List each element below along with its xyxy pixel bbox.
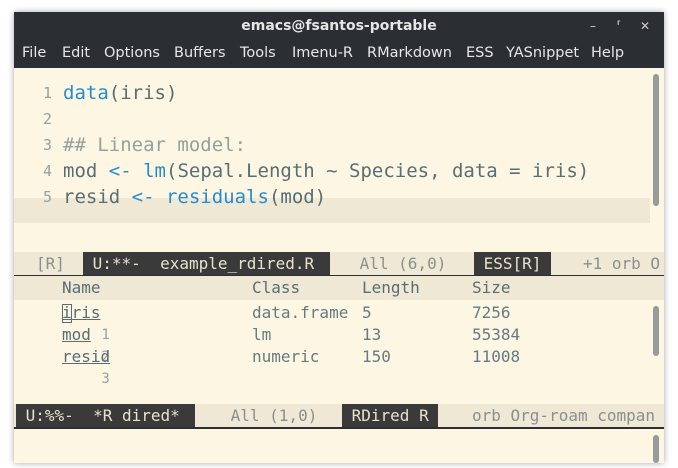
rdired-scrollbar[interactable] <box>653 306 659 356</box>
code-text[interactable]: data(iris) <box>63 80 177 106</box>
close-icon[interactable]: ✕ <box>636 17 654 35</box>
keyword-token: <- <box>131 186 155 208</box>
object-length: 150 <box>362 347 391 366</box>
menu-options[interactable]: Options <box>104 45 160 61</box>
menu-bar: File Edit Options Buffers Tools Imenu-R … <box>14 40 664 68</box>
object-class: lm <box>252 325 272 344</box>
code-text[interactable]: mod <- lm(Sepal.Length ~ Species, data =… <box>63 158 589 184</box>
code-editor[interactable]: 1 data(iris) 2 3 ## Linear model: 4 mod <- lm(… <box>14 68 664 261</box>
keyword-token: <- <box>108 160 132 182</box>
major-mode-ess[interactable]: ESS[R] <box>474 252 552 275</box>
text-token: resid <box>63 186 132 208</box>
text-cursor <box>62 304 72 323</box>
text-token: (Sepal.Length ~ Species, data = iris) <box>166 160 590 182</box>
code-text[interactable]: ## Linear model: <box>63 132 246 158</box>
echo-scrollbar[interactable] <box>653 435 659 463</box>
object-class: numeric <box>252 347 320 366</box>
object-name-link[interactable]: mod <box>62 324 91 346</box>
object-name-link[interactable]: resid <box>62 346 110 368</box>
row-number: 3 <box>101 371 110 387</box>
restore-icon[interactable]: ⸢ <box>610 17 628 35</box>
rdired-panel[interactable]: Name Class Length Size 1 iris data.frame… <box>14 276 664 404</box>
keyword-token: residuals <box>165 186 269 208</box>
menu-yasnippet[interactable]: YASnippet <box>506 45 579 61</box>
minor-modes[interactable]: +1 orb O <box>583 252 660 275</box>
header-line <box>14 276 664 300</box>
col-header-class: Class <box>252 278 301 297</box>
line-number: 3 <box>42 136 52 154</box>
col-header-name: Name <box>62 278 101 297</box>
keyword-token: data <box>63 82 109 104</box>
table-row[interactable]: 2 mod lm 13 55384 <box>14 324 520 365</box>
menu-tools[interactable]: Tools <box>240 45 276 61</box>
text-token: (iris) <box>108 82 178 104</box>
minor-modes[interactable]: orb Org-roam compan <box>472 404 655 427</box>
buffer-position: All (1,0) <box>221 406 327 425</box>
r-process-tag: [R] <box>36 254 65 273</box>
menu-ess[interactable]: ESS <box>466 45 494 61</box>
object-class: data.frame <box>252 303 349 322</box>
major-mode-rdired[interactable]: RDired R <box>342 404 439 427</box>
window-title: emacs@fsantos-portable <box>241 18 437 34</box>
line-number: 1 <box>42 84 52 102</box>
editor-scrollbar[interactable] <box>653 74 659 206</box>
comment-token: ## Linear model: <box>63 134 247 156</box>
code-text[interactable]: resid <- residuals(mod) <box>63 184 326 210</box>
line-number: 5 <box>42 188 52 206</box>
col-header-size: Size <box>472 278 511 297</box>
table-row[interactable]: 1 iris data.frame 5 7256 <box>14 302 511 343</box>
line-number: 4 <box>42 162 52 180</box>
menu-rmarkdown[interactable]: RMarkdown <box>367 45 452 61</box>
menu-help[interactable]: Help <box>591 45 624 61</box>
object-length: 5 <box>362 303 372 322</box>
object-size: 11008 <box>472 347 521 366</box>
col-header-length: Length <box>362 278 420 297</box>
modeline-bottom[interactable]: U:%%- *R dired* All (1,0) RDired R orb O… <box>14 404 664 427</box>
menu-imenu-r[interactable]: Imenu-R <box>292 45 353 61</box>
menu-edit[interactable]: Edit <box>62 45 90 61</box>
object-size: 55384 <box>472 325 521 344</box>
emacs-window: emacs@fsantos-portable – ⸢ ✕ File Edit O… <box>14 12 664 463</box>
line-number: 2 <box>42 110 52 128</box>
buffer-state-name[interactable]: U:%%- *R dired* <box>16 404 196 427</box>
modeline-top[interactable]: [R] U:**- example_rdired.R All (6,0) ESS… <box>14 252 664 275</box>
text-token: (mod) <box>268 186 327 208</box>
minimize-icon[interactable]: – <box>584 17 602 35</box>
keyword-token: lm <box>143 160 166 182</box>
table-row[interactable]: 3 resid numeric 150 11008 <box>14 346 520 387</box>
echo-area[interactable] <box>14 429 664 463</box>
menu-file[interactable]: File <box>22 45 46 61</box>
title-bar[interactable]: emacs@fsantos-portable – ⸢ ✕ <box>14 12 664 40</box>
buffer-state-name[interactable]: U:**- example_rdired.R <box>83 252 330 275</box>
buffer-position: All (6,0) <box>350 254 456 273</box>
text-token: mod <box>63 160 109 182</box>
object-size: 7256 <box>472 303 511 322</box>
object-length: 13 <box>362 325 382 344</box>
menu-buffers[interactable]: Buffers <box>174 45 226 61</box>
